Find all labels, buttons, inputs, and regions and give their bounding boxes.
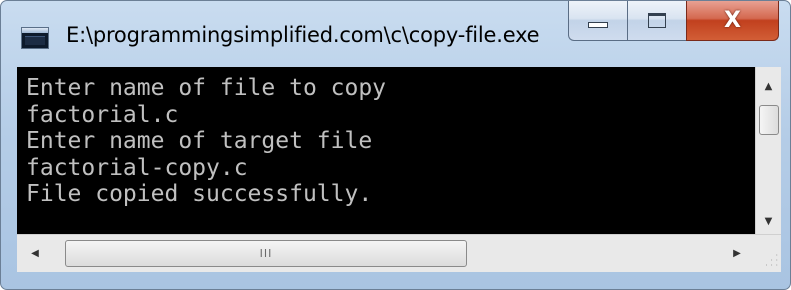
horizontal-scroll-thumb[interactable]: III [65, 240, 467, 267]
scroll-down-arrow-icon[interactable]: ▼ [756, 210, 781, 232]
maximize-button[interactable] [627, 1, 686, 41]
size-grip[interactable]: · · · · · · [755, 234, 781, 272]
size-grip-icon: · · · · · · [765, 251, 778, 270]
console-line: File copied successfully. [26, 181, 373, 207]
icon-bar [22, 28, 48, 33]
console-window: E:\programmingsimplified.com\c\copy-file… [0, 0, 791, 290]
console-line: Enter name of target file [26, 128, 373, 154]
minimize-button[interactable] [568, 1, 627, 41]
scroll-right-arrow-icon[interactable]: ▶ [723, 235, 751, 272]
close-button[interactable]: X [686, 1, 779, 41]
console-line: factorial.c [26, 101, 179, 128]
close-icon: X [724, 7, 741, 33]
console-window-icon[interactable] [21, 27, 49, 49]
console-line: Enter name of file to copy [26, 75, 387, 101]
icon-screen [25, 36, 45, 45]
title-bar[interactable]: E:\programmingsimplified.com\c\copy-file… [1, 1, 790, 61]
maximize-icon [648, 13, 666, 28]
minimize-icon [588, 21, 608, 28]
console-line: factorial-copy.c [26, 154, 248, 181]
caption-buttons: X [568, 1, 779, 41]
window-title: E:\programmingsimplified.com\c\copy-file… [66, 23, 540, 47]
vertical-scrollbar[interactable]: ▲ ▼ [755, 67, 781, 234]
horizontal-scrollbar[interactable]: ◀ III ▶ [17, 234, 755, 272]
grip-icon: III [259, 247, 273, 260]
scroll-left-arrow-icon[interactable]: ◀ [21, 235, 49, 272]
console-output[interactable]: Enter name of file to copy factorial.c E… [17, 67, 755, 234]
scroll-up-arrow-icon[interactable]: ▲ [756, 75, 781, 97]
vertical-scroll-thumb[interactable] [759, 105, 779, 135]
